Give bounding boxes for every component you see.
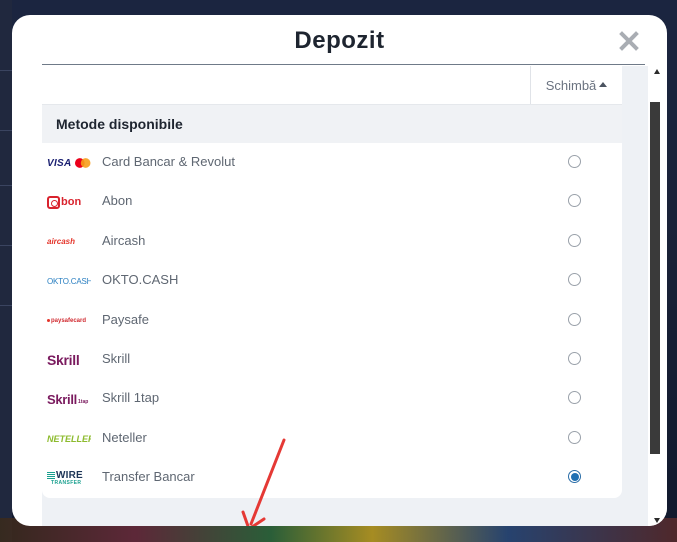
neteller-logo: NETELLER [47,428,91,450]
method-radio[interactable] [568,430,581,444]
sort-label: Schimbă [545,77,597,93]
method-radio[interactable] [568,351,581,365]
method-row-paysafe[interactable]: paysafecard Paysafe [42,301,622,340]
close-button[interactable] [617,29,641,53]
skrill-1tap-logo: Skrill 1tap [47,388,91,410]
scroll-down-icon[interactable] [654,518,660,523]
wire-logo-subtext: TRANSFER [51,479,82,486]
payment-methods-panel: Schimbă Metode disponibile VISA Card Ban [42,66,622,498]
paysafe-dot-icon [47,319,50,323]
scroll-thumb[interactable] [650,102,660,454]
skrill-logo-text: Skrill [47,391,77,407]
header-divider [42,64,645,65]
mastercard-icon [74,158,91,168]
method-row-aircash[interactable]: aircash Aircash [42,222,622,261]
method-row-okto-cash[interactable]: OKTO.CASH OKTO.CASH [42,261,622,300]
method-row-abon[interactable]: bon Abon [42,182,622,221]
visa-logo-text: VISA [47,157,72,169]
methods-list: VISA Card Bancar & Revolut bon Abon airc… [42,143,622,498]
okto-cash-logo: OKTO.CASH [47,270,91,292]
method-label: Transfer Bancar [102,469,195,485]
method-radio[interactable] [568,233,581,247]
deposit-modal: Depozit Schimbă Metode disponibile VISA … [12,15,667,526]
method-row-skrill[interactable]: Skrill Skrill [42,340,622,379]
modal-title: Depozit [294,27,385,54]
close-x-icon [619,31,639,51]
abon-logo-text: bon [61,196,82,209]
paysafe-logo-text: paysafecard [51,317,87,324]
method-radio[interactable] [568,391,581,405]
skrill-logo-text: Skrill [47,351,80,368]
method-label: Card Bancar & Revolut [102,154,235,169]
method-radio[interactable] [568,273,581,287]
aircash-logo: aircash [47,231,91,253]
method-label: OKTO.CASH [102,272,179,288]
method-row-skrill-1tap[interactable]: Skrill 1tap Skrill 1tap [42,379,622,418]
okto-logo-text: OKTO.CASH [47,276,91,286]
visa-mastercard-logo: VISA [47,152,91,174]
method-label: Aircash [102,232,146,248]
neteller-logo-text: NETELLER [47,433,91,444]
method-row-card[interactable]: VISA Card Bancar & Revolut [42,143,622,182]
paysafecard-logo: paysafecard [47,310,91,332]
section-title: Metode disponibile [56,116,183,132]
wire-lines-icon [47,472,55,480]
method-label: Neteller [102,429,147,445]
change-sort-button[interactable]: Schimbă [531,66,622,104]
skrill-1tap-suffix: 1tap [78,399,89,406]
aircash-logo-text: aircash [47,237,76,247]
method-radio[interactable] [568,155,581,168]
method-label: Paysafe [102,311,149,327]
method-radio[interactable] [568,194,581,208]
method-radio-selected[interactable] [568,470,581,484]
background-left-edge [0,0,12,542]
abon-logo: bon [47,191,91,213]
method-row-transfer-bancar[interactable]: WIRE TRANSFER Transfer Bancar [42,458,622,497]
modal-content: Schimbă Metode disponibile VISA Card Ban [42,66,650,526]
method-label: Skrill 1tap [102,390,160,406]
method-label: Abon [102,193,133,209]
method-radio[interactable] [568,312,581,326]
method-label: Skrill [102,350,131,366]
method-row-neteller[interactable]: NETELLER Neteller [42,419,622,458]
wire-transfer-logo: WIRE TRANSFER [47,467,91,489]
skrill-logo: Skrill [47,349,91,371]
scroll-up-icon[interactable] [654,69,660,74]
section-header: Metode disponibile [42,105,622,143]
column-header: Schimbă [42,66,622,105]
scrollbar[interactable] [648,66,667,526]
abon-badge-icon [47,195,60,209]
caret-up-icon [599,82,608,87]
modal-header: Depozit [12,15,667,65]
